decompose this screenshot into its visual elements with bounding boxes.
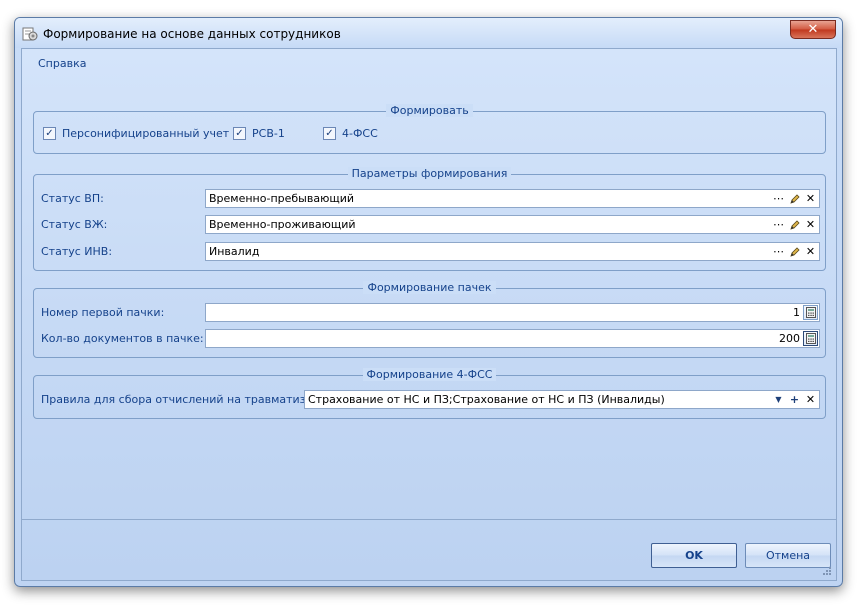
dialog-client-area: Справка Формировать ✓ Персонифицированны…	[21, 48, 837, 581]
dropdown-arrow-icon[interactable]: ▼	[771, 392, 786, 407]
cancel-button[interactable]: Отмена	[745, 543, 831, 568]
edit-pencil-icon[interactable]	[787, 191, 802, 206]
group-4fss: Формирование 4-ФСС Правила для сбора отч…	[33, 368, 826, 419]
ellipsis-icon[interactable]: ⋯	[771, 217, 786, 232]
checkbox-box[interactable]: ✓	[323, 127, 336, 140]
close-button[interactable]: ✕	[790, 20, 836, 39]
checkbox-label: 4-ФСС	[342, 127, 378, 140]
calculator-icon[interactable]	[803, 305, 818, 320]
injury-rules-label: Правила для сбора отчислений на травмати…	[41, 393, 318, 406]
injury-rules-field: ▼ + ✕	[304, 390, 820, 409]
window-title: Формирование на основе данных сотруднико…	[43, 27, 341, 41]
edit-pencil-icon[interactable]	[787, 217, 802, 232]
status-inv-field: ⋯ ✕	[205, 242, 820, 261]
group-params-title: Параметры формирования	[347, 167, 512, 180]
group-packs-title: Формирование пачек	[363, 281, 496, 294]
clear-icon[interactable]: ✕	[803, 244, 818, 259]
check-icon: ✓	[45, 127, 54, 139]
ellipsis-icon[interactable]: ⋯	[771, 244, 786, 259]
plus-icon[interactable]: +	[787, 392, 802, 407]
checkbox-label: Персонифицированный учет	[62, 127, 230, 140]
group-generate-title: Формировать	[386, 104, 473, 117]
checkbox-personified[interactable]: ✓ Персонифицированный учет	[43, 127, 229, 140]
clear-icon[interactable]: ✕	[803, 191, 818, 206]
group-generate: Формировать ✓ Персонифицированный учет ✓…	[33, 104, 826, 154]
calculator-icon[interactable]	[803, 331, 818, 346]
status-vp-label: Статус ВП:	[41, 192, 104, 205]
first-pack-field	[205, 303, 820, 322]
menu-bar: Справка	[38, 57, 86, 70]
checkbox-box[interactable]: ✓	[233, 127, 246, 140]
status-vp-field: ⋯ ✕	[205, 189, 820, 208]
close-icon: ✕	[807, 22, 819, 37]
injury-rules-input[interactable]	[305, 391, 771, 408]
edit-pencil-icon[interactable]	[787, 244, 802, 259]
first-pack-input[interactable]	[206, 304, 803, 321]
ellipsis-icon[interactable]: ⋯	[771, 191, 786, 206]
checkbox-box[interactable]: ✓	[43, 127, 56, 140]
clear-icon[interactable]: ✕	[803, 217, 818, 232]
group-4fss-title: Формирование 4-ФСС	[362, 368, 497, 381]
app-icon	[22, 27, 38, 41]
status-vzh-label: Статус ВЖ:	[41, 218, 108, 231]
status-vzh-input[interactable]	[206, 216, 771, 233]
status-inv-input[interactable]	[206, 243, 771, 260]
group-params: Параметры формирования Статус ВП: ⋯ ✕ Ст…	[33, 167, 826, 271]
check-icon: ✓	[325, 127, 334, 139]
footer-separator	[22, 519, 836, 520]
clear-icon[interactable]: ✕	[803, 392, 818, 407]
resize-grip-icon[interactable]	[822, 566, 832, 576]
status-inv-label: Статус ИНВ:	[41, 245, 113, 258]
menu-item-help[interactable]: Справка	[38, 57, 86, 70]
checkbox-label: РСВ-1	[252, 127, 285, 140]
check-icon: ✓	[235, 127, 244, 139]
status-vzh-field: ⋯ ✕	[205, 215, 820, 234]
docs-per-pack-field	[205, 329, 820, 348]
first-pack-label: Номер первой пачки:	[41, 306, 165, 319]
docs-per-pack-input[interactable]	[206, 330, 803, 347]
dialog-window: Формирование на основе данных сотруднико…	[14, 17, 843, 587]
status-vp-input[interactable]	[206, 190, 771, 207]
ok-button[interactable]: OK	[651, 543, 737, 568]
checkbox-4fss[interactable]: ✓ 4-ФСС	[323, 127, 378, 140]
title-bar[interactable]: Формирование на основе данных сотруднико…	[15, 18, 842, 48]
docs-per-pack-label: Кол-во документов в пачке:	[41, 332, 204, 345]
group-packs: Формирование пачек Номер первой пачки: К…	[33, 281, 826, 358]
checkbox-rsv1[interactable]: ✓ РСВ-1	[233, 127, 285, 140]
